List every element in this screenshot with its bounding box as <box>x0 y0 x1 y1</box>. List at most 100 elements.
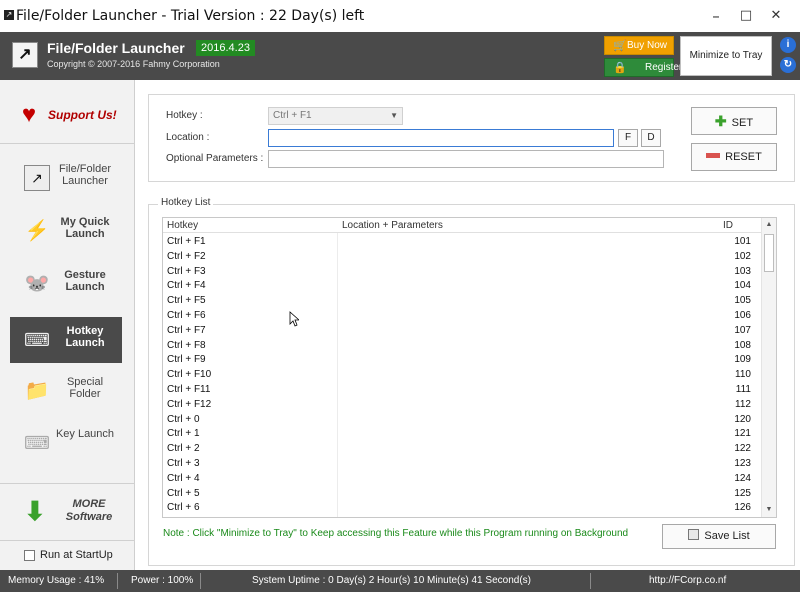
sidebar-item-hotkey-launch[interactable]: ⌨ Hotkey Launch <box>10 317 122 363</box>
sidebar-divider <box>0 540 135 541</box>
table-row[interactable]: Ctrl + F11 111 <box>163 383 761 398</box>
hotkey-cell: Ctrl + 5 <box>167 487 200 499</box>
more-software-button[interactable]: ⬇ MORE Software <box>22 492 127 532</box>
table-row[interactable]: Ctrl + 3 123 <box>163 457 761 472</box>
minus-icon <box>706 153 721 158</box>
sidebar-item-label: File/Folder Launcher <box>59 163 111 187</box>
hotkey-cell: Ctrl + F1 <box>167 236 206 247</box>
sidebar-item-gesture-launch[interactable]: 🐭 Gesture Launch <box>10 261 122 307</box>
system-uptime: System Uptime : 0 Day(s) 2 Hour(s) 10 Mi… <box>252 575 531 586</box>
keys-icon: ⌨ <box>24 433 50 453</box>
info-icon[interactable]: i <box>780 37 796 53</box>
minimize-to-tray-button[interactable]: Minimize to Tray <box>680 36 772 76</box>
browse-folder-button[interactable]: D <box>641 129 661 147</box>
memory-usage: Memory Usage : 41% <box>8 575 105 586</box>
hotkey-cell: Ctrl + F7 <box>167 324 206 336</box>
register-label: Register <box>645 62 683 73</box>
reset-button[interactable]: RESET <box>691 143 777 171</box>
lightning-icon: ⚡ <box>24 220 50 242</box>
reset-label: RESET <box>725 151 762 163</box>
table-row[interactable]: Ctrl + F8 108 <box>163 339 761 354</box>
website-link[interactable]: http://FCorp.co.nf <box>649 575 726 586</box>
table-row[interactable]: Ctrl + 5 125 <box>163 487 761 502</box>
table-row[interactable]: Ctrl + F6 106 <box>163 309 761 324</box>
scrollbar-thumb[interactable] <box>764 234 774 272</box>
table-row[interactable]: Ctrl + F10 110 <box>163 368 761 383</box>
lock-icon: 🔒 <box>613 62 627 74</box>
close-button[interactable]: ✕ <box>764 6 788 26</box>
id-cell: 105 <box>734 295 751 307</box>
save-list-button[interactable]: Save List <box>662 524 776 549</box>
power-status: Power : 100% <box>131 575 194 586</box>
table-row[interactable]: Ctrl + F5 105 <box>163 294 761 309</box>
app-logo-icon: ↗ <box>12 42 38 68</box>
support-us-button[interactable]: ♥ Support Us! <box>14 100 124 130</box>
download-arrow-icon: ⬇ <box>24 496 46 526</box>
version-badge: 2016.4.23 <box>196 40 255 56</box>
hotkey-cell: Ctrl + F9 <box>167 354 206 366</box>
id-cell: 111 <box>735 384 751 395</box>
id-cell: 110 <box>735 369 751 381</box>
sidebar-item-label: Key Launch <box>55 428 115 440</box>
table-row[interactable]: Ctrl + 2 122 <box>163 442 761 457</box>
scroll-down-icon[interactable]: ▼ <box>762 503 776 517</box>
sidebar-item-key-launch[interactable]: ⌨ Key Launch <box>10 420 122 466</box>
table-row[interactable]: Ctrl + F9 109 <box>163 353 761 368</box>
hotkey-list-table[interactable]: Hotkey Location + Parameters ID Ctrl + F… <box>162 217 777 518</box>
table-row[interactable]: Ctrl + 0 120 <box>163 413 761 428</box>
table-row[interactable]: Ctrl + F3 103 <box>163 265 761 280</box>
save-icon <box>688 529 700 540</box>
id-cell: 108 <box>734 339 751 351</box>
sidebar-item-my-quick-launch[interactable]: ⚡ My Quick Launch <box>10 208 122 254</box>
buy-now-label: Buy Now <box>627 40 668 51</box>
folder-icon: 📁 <box>24 380 50 402</box>
register-button[interactable]: 🔒 Register <box>604 58 682 77</box>
hotkey-cell: Ctrl + 0 <box>167 413 200 425</box>
browse-file-button[interactable]: F <box>618 129 638 147</box>
maximize-button[interactable]: □ <box>734 6 758 26</box>
app-name: File/Folder Launcher <box>47 40 185 56</box>
optional-parameters-input[interactable] <box>268 150 664 168</box>
hotkey-cell: Ctrl + F12 <box>167 398 212 410</box>
mouse-cursor-icon <box>289 311 299 327</box>
column-header-id[interactable]: ID <box>723 220 753 231</box>
sidebar-divider <box>0 483 135 484</box>
hotkey-cell: Ctrl + F2 <box>167 250 206 262</box>
location-input[interactable] <box>268 129 614 147</box>
table-row[interactable]: Ctrl + 6 126 <box>163 501 761 516</box>
table-row[interactable]: Ctrl + F1 101 <box>163 235 761 250</box>
table-row[interactable]: Ctrl + F12 112 <box>163 398 761 413</box>
buy-now-button[interactable]: 🛒 Buy Now <box>604 36 674 55</box>
id-cell: 104 <box>734 280 751 292</box>
run-at-startup-label: Run at StartUp <box>40 549 113 561</box>
sidebar-item-special-folder[interactable]: 📁 Special Folder <box>10 368 122 414</box>
status-bar: Memory Usage : 41% Power : 100% System U… <box>0 570 800 592</box>
column-header-location[interactable]: Location + Parameters <box>342 220 443 231</box>
scroll-up-icon[interactable]: ▲ <box>762 218 776 232</box>
id-cell: 106 <box>734 310 751 321</box>
checkbox-box[interactable] <box>24 550 35 561</box>
minimize-button[interactable]: – <box>704 6 728 26</box>
id-cell: 102 <box>734 250 751 262</box>
sidebar-item-label: Hotkey Launch <box>65 325 105 349</box>
hotkey-cell: Ctrl + F6 <box>167 310 206 321</box>
sidebar-item-label: My Quick Launch <box>60 216 110 240</box>
hotkey-dropdown[interactable]: Ctrl + F1 ▼ <box>268 107 403 125</box>
id-cell: 123 <box>734 458 751 469</box>
vertical-scrollbar[interactable]: ▲ ▼ <box>761 218 776 517</box>
table-row[interactable]: Ctrl + F7 107 <box>163 324 761 339</box>
sidebar-item-file-folder-launcher[interactable]: ↗ File/Folder Launcher <box>10 155 122 201</box>
hotkey-cell: Ctrl + F3 <box>167 265 206 277</box>
table-row[interactable]: Ctrl + 1 121 <box>163 427 761 442</box>
status-separator <box>117 573 118 589</box>
chevron-down-icon: ▼ <box>390 111 398 120</box>
table-row[interactable]: Ctrl + F4 104 <box>163 279 761 294</box>
table-row[interactable]: Ctrl + 4 124 <box>163 472 761 487</box>
shortcut-icon: ↗ <box>24 165 50 191</box>
table-row[interactable]: Ctrl + F2 102 <box>163 250 761 265</box>
title-bar: ↗ File/Folder Launcher - Trial Version :… <box>0 0 800 32</box>
set-button[interactable]: ✚ SET <box>691 107 777 135</box>
column-header-hotkey[interactable]: Hotkey <box>167 220 198 231</box>
id-cell: 125 <box>734 487 751 499</box>
refresh-icon[interactable]: ↻ <box>780 57 796 73</box>
